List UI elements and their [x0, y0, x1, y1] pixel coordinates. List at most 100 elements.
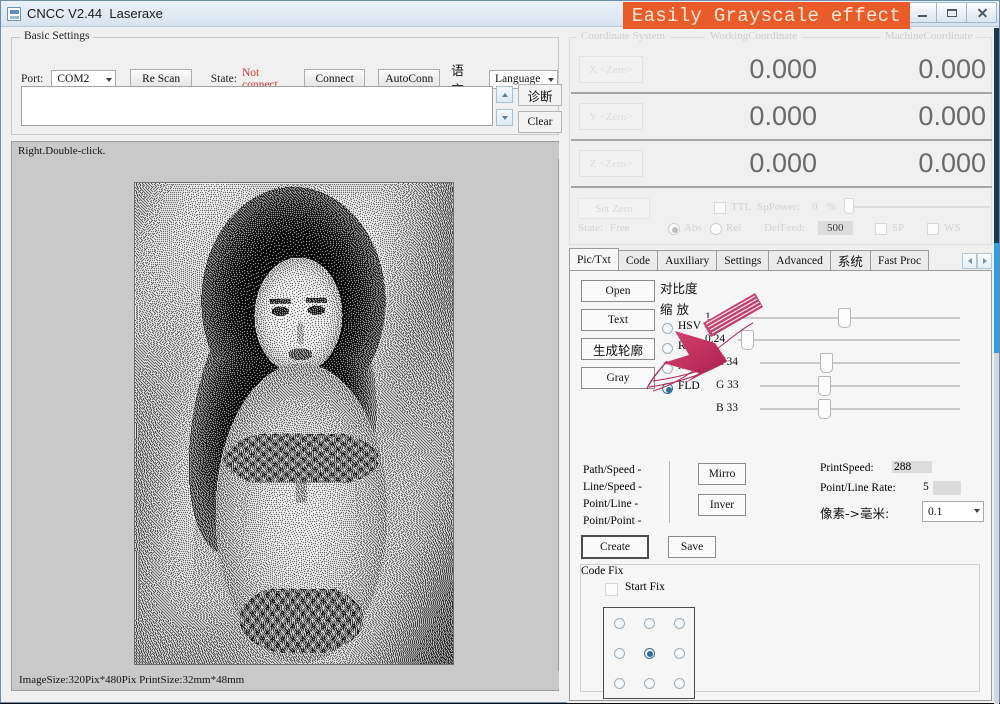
sppower-value: 0 — [812, 201, 818, 213]
tab-auxiliary[interactable]: Auxiliary — [657, 250, 717, 270]
printspeed-value[interactable]: 288 — [892, 461, 932, 473]
scale-value: 0.24 — [705, 333, 725, 345]
mode-m3b-radio[interactable] — [662, 363, 673, 374]
scroll-thumb[interactable] — [994, 243, 999, 353]
mirro-button[interactable]: Mirro — [698, 463, 746, 485]
mode-hsv-radio[interactable] — [662, 323, 673, 334]
image-preview-panel[interactable]: Right.Double-click. ImageSize:320Pix*480… — [11, 141, 559, 691]
inver-button[interactable]: Inver — [698, 494, 746, 516]
g-slider-thumb[interactable] — [818, 376, 831, 396]
log-scroll-up-button[interactable] — [496, 86, 513, 103]
minimize-button[interactable] — [907, 2, 937, 23]
window-controls — [907, 2, 997, 23]
pixel-to-mm-value: 0.1 — [928, 506, 942, 518]
tab-settings[interactable]: Settings — [716, 250, 769, 270]
gray-button[interactable]: Gray — [581, 367, 655, 389]
ws-checkbox[interactable] — [927, 223, 939, 235]
r-slider-track[interactable] — [760, 362, 960, 364]
create-button[interactable]: Create — [581, 535, 649, 559]
sp-label: SP — [892, 222, 904, 234]
log-textarea[interactable] — [21, 86, 493, 126]
b-value: B 33 — [716, 402, 738, 414]
generate-outline-button[interactable]: 生成轮廓 — [581, 338, 655, 360]
pixel-to-mm-select[interactable]: 0.1 — [922, 501, 984, 522]
triangle-left-icon — [968, 258, 972, 264]
code-fix-radio-8[interactable] — [674, 678, 685, 689]
port-value: COM2 — [57, 73, 89, 85]
diagnose-button[interactable]: 诊断 — [518, 84, 562, 106]
window-title: CNCC V2.44 Laseraxe — [27, 6, 163, 21]
preview-status: ImageSize:320Pix*480Pix PrintSize:32mm*4… — [13, 671, 559, 689]
state-label: State: — [211, 73, 237, 85]
r-slider-thumb[interactable] — [820, 353, 833, 373]
axis-row-y: Y <Zero> 0.000 0.000 — [571, 94, 992, 141]
sppower-slider[interactable] — [851, 206, 990, 208]
sppower-unit: % — [827, 201, 836, 213]
set-zero-button[interactable]: Set Zero — [578, 198, 650, 219]
code-fix-radio-0[interactable] — [614, 618, 625, 629]
maximize-button[interactable] — [937, 2, 967, 23]
working-coordinate-header: WorkingCoordinate — [705, 30, 802, 42]
log-scroll-down-button[interactable] — [496, 109, 513, 126]
start-fix-checkbox[interactable] — [605, 583, 618, 596]
sppower-slider-thumb[interactable] — [844, 198, 854, 214]
scale-slider-thumb[interactable] — [741, 330, 754, 350]
diagnose-label: 诊断 — [527, 86, 552, 105]
mode-fld-radio[interactable] — [662, 383, 673, 394]
scale-slider-track[interactable] — [738, 339, 960, 341]
halftone-portrait-image — [135, 183, 454, 665]
mode-rgb-radio[interactable] — [662, 343, 673, 354]
text-button[interactable]: Text — [581, 309, 655, 331]
code-fix-radio-2[interactable] — [674, 618, 685, 629]
sp-checkbox[interactable] — [875, 223, 887, 235]
code-fix-group: Code Fix Start Fix — [580, 564, 980, 692]
code-fix-radio-4[interactable] — [644, 648, 655, 659]
x-working-value: 0.000 — [749, 54, 817, 85]
stat-label-line-speed: Line/Speed — [583, 481, 635, 493]
tab-system[interactable]: 系统 — [830, 250, 871, 270]
ttl-checkbox[interactable] — [714, 202, 726, 214]
code-fix-radio-6[interactable] — [614, 678, 625, 689]
port-label: Port: — [21, 73, 43, 85]
g-value: G 33 — [716, 379, 739, 391]
code-fix-radio-7[interactable] — [644, 678, 655, 689]
deffeed-value[interactable]: 500 — [818, 221, 853, 235]
abs-radio[interactable] — [668, 223, 680, 235]
log-scrollbar[interactable] — [496, 86, 513, 126]
tab-pic-txt[interactable]: Pic/Txt — [569, 248, 619, 270]
right-pane: Coordinate System WorkingCoordinate Mach… — [567, 31, 999, 703]
tab-code[interactable]: Code — [618, 250, 658, 270]
b-slider-track[interactable] — [760, 408, 960, 410]
rel-radio[interactable] — [710, 223, 722, 235]
generate-outline-label: 生成轮廓 — [593, 340, 643, 359]
code-fix-grid[interactable] — [603, 607, 695, 699]
y-zero-button[interactable]: Y <Zero> — [579, 103, 643, 130]
triangle-up-icon — [502, 93, 508, 97]
save-button[interactable]: Save — [668, 536, 716, 558]
z-zero-button[interactable]: Z <Zero> — [579, 150, 643, 177]
stat-label-point-line: Point/Line — [583, 498, 632, 510]
tab-next-button[interactable] — [977, 253, 992, 269]
image-canvas[interactable] — [134, 182, 454, 665]
basic-settings-legend: Basic Settings — [20, 30, 94, 42]
contrast-slider-thumb[interactable] — [838, 308, 851, 328]
tab-fast-proc[interactable]: Fast Proc — [870, 250, 929, 270]
stat-value-point-point: - — [638, 515, 642, 527]
b-slider-thumb[interactable] — [818, 399, 831, 419]
x-machine-value: 0.000 — [918, 54, 986, 85]
code-fix-radio-5[interactable] — [674, 648, 685, 659]
tab-prev-button[interactable] — [962, 253, 977, 269]
open-button[interactable]: Open — [581, 280, 655, 302]
code-fix-radio-3[interactable] — [614, 648, 625, 659]
code-fix-radio-1[interactable] — [644, 618, 655, 629]
clear-button[interactable]: Clear — [518, 111, 562, 133]
start-fix-label: Start Fix — [625, 581, 665, 593]
g-slider-track[interactable] — [760, 385, 960, 387]
deffeed-label: DefFeed: — [764, 222, 805, 234]
x-zero-button[interactable]: X <Zero> — [579, 56, 643, 83]
close-button[interactable] — [967, 2, 997, 23]
tab-advanced[interactable]: Advanced — [768, 250, 831, 270]
triangle-down-icon — [502, 116, 508, 120]
outer-scroll-indicator[interactable] — [994, 28, 999, 704]
scale-label: 缩 放 — [660, 299, 689, 318]
